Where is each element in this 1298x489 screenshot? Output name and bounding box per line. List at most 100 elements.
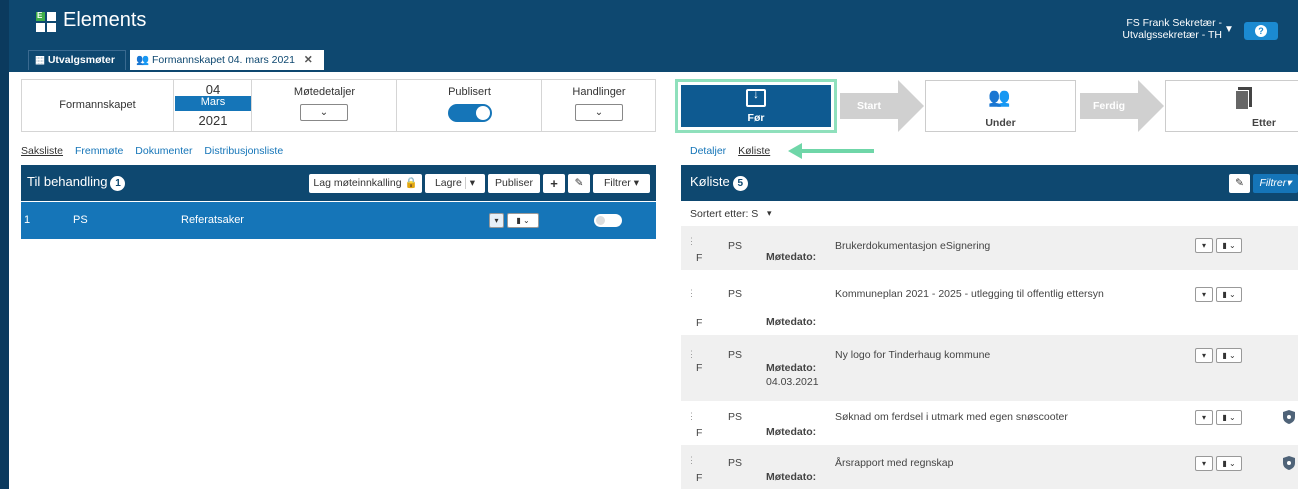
document-menu-button[interactable]: ▮ ⌄ <box>1216 456 1242 471</box>
subtab-koliste[interactable]: Køliste <box>738 145 770 157</box>
drag-handle-icon[interactable]: ⋮ <box>687 236 696 247</box>
app-header: E Elements ▦ Utvalgsmøter 👥 Formannskape… <box>9 0 1298 72</box>
document-menu-button[interactable]: ▮ ⌄ <box>1216 410 1242 425</box>
add-icon[interactable]: + <box>543 174 565 193</box>
details-dropdown-button[interactable]: ⌄ <box>300 104 348 121</box>
row-title: Brukerdokumentasjon eSignering <box>835 240 991 252</box>
stage-after-button[interactable]: Etter <box>1165 80 1298 132</box>
caret-down-icon[interactable]: ▾ <box>1195 410 1213 425</box>
tab-label: Formannskapet 04. mars 2021 <box>152 54 295 66</box>
stage-during-button[interactable]: 👥 Under <box>925 80 1076 132</box>
row-flag: F <box>696 472 703 484</box>
caret-down-icon: ▾ <box>633 177 640 189</box>
row-toggle[interactable] <box>594 214 622 227</box>
user-menu[interactable]: FS Frank Sekretær - Utvalgssekretær - TH <box>1100 17 1222 41</box>
caret-down-icon[interactable]: ▾ <box>1195 287 1213 302</box>
row-title: Referatsaker <box>181 214 244 226</box>
queue-title-text: Køliste <box>690 174 730 189</box>
lock-icon: 🔒 <box>404 177 418 189</box>
document-menu-button[interactable]: ▮ ⌄ <box>1216 348 1242 363</box>
agenda-title-text: Til behandling <box>27 174 108 189</box>
annotation-arrow-icon <box>788 143 874 159</box>
button-label: Lag møteinnkalling <box>313 177 402 189</box>
caret-down-icon: ▾ <box>767 208 772 218</box>
row-type: PS <box>728 411 743 423</box>
save-button[interactable]: Lagre ▾ <box>425 174 485 193</box>
drag-handle-icon[interactable]: ⋮ <box>687 411 696 422</box>
stage-before-button[interactable]: ↓ Før <box>681 85 831 127</box>
group-icon: 👥 <box>988 87 1010 107</box>
subtab-fremmote[interactable]: Fremmøte <box>75 145 123 157</box>
document-menu-button[interactable]: ▮ ⌄ <box>1216 287 1242 302</box>
stage-label: Etter <box>1252 117 1276 129</box>
tab-meeting[interactable]: 👥 Formannskapet 04. mars 2021 ✕ <box>130 50 324 70</box>
actions-dropdown-button[interactable]: ⌄ <box>575 104 623 121</box>
toggle-knob <box>596 216 605 225</box>
list-item[interactable]: ⋮ F PS Møtedato: Brukerdokumentasjon eSi… <box>681 226 1298 270</box>
document-stack-back <box>1235 90 1249 110</box>
row-type: PS <box>73 214 88 226</box>
actions-label: Handlinger <box>572 86 626 98</box>
caret-down-icon: ▾ <box>464 177 476 189</box>
caret-down-icon[interactable]: ▾ <box>489 213 504 228</box>
details-label: Møtedetaljer <box>293 86 356 98</box>
stage-start-arrow[interactable]: Start <box>840 80 924 132</box>
inbox-icon: ↓ <box>746 87 766 107</box>
caret-down-icon[interactable]: ▾ <box>1195 456 1213 471</box>
close-icon[interactable]: ✕ <box>304 54 313 66</box>
list-item[interactable]: ⋮ F PS Møtedato: Årsrapport med regnskap… <box>681 445 1298 489</box>
queue-title: Køliste 5 <box>690 174 748 191</box>
meeting-day: 04 <box>205 82 221 97</box>
filter-button[interactable]: Filtrer ▾ <box>593 174 650 193</box>
stage-label: Ferdig <box>1092 100 1126 112</box>
list-item[interactable]: ⋮ F PS Møtedato: Søknad om ferdsel i utm… <box>681 401 1298 445</box>
document-menu-button[interactable]: ▮ ⌄ <box>507 213 539 228</box>
list-item[interactable]: ⋮ F PS Møtedato: 04.03.2021 Ny logo for … <box>681 335 1298 401</box>
subtab-distribusjonsliste[interactable]: Distribusjonsliste <box>204 145 283 157</box>
edit-icon[interactable]: ✎ <box>1229 174 1250 193</box>
date-label: Møtedato: <box>766 471 817 483</box>
meeting-month: Mars <box>175 96 251 111</box>
create-invitation-button[interactable]: Lag møteinnkalling 🔒 <box>309 174 422 193</box>
help-button[interactable]: ? <box>1244 22 1278 40</box>
row-flag: F <box>696 362 703 374</box>
document-menu-button[interactable]: ▮ ⌄ <box>1216 238 1242 253</box>
table-row[interactable]: 1 PS Referatsaker ▾ ▮ ⌄ <box>21 202 656 239</box>
left-subtabs: Saksliste Fremmøte Dokumenter Distribusj… <box>21 145 292 157</box>
publish-button[interactable]: Publiser <box>488 174 540 193</box>
button-label: Filtrer <box>1259 177 1287 189</box>
subtab-dokumenter[interactable]: Dokumenter <box>135 145 192 157</box>
shield-lock-icon <box>1283 456 1295 470</box>
list-item[interactable]: ⋮ F PS Møtedato: Kommuneplan 2021 - 2025… <box>681 270 1298 335</box>
row-title: Kommuneplan 2021 - 2025 - utlegging til … <box>835 288 1104 300</box>
arrow-head <box>1138 80 1164 132</box>
row-type: PS <box>728 349 743 361</box>
row-flag: F <box>696 252 703 264</box>
row-type: PS <box>728 288 743 300</box>
drag-handle-icon[interactable]: ⋮ <box>687 455 696 466</box>
committee-name: Formannskapet <box>59 99 136 111</box>
row-type: PS <box>728 240 743 252</box>
sort-selector[interactable]: Sortert etter: S ▾ <box>681 202 1298 226</box>
drag-handle-icon[interactable]: ⋮ <box>687 349 696 360</box>
stage-label: Start <box>857 100 881 112</box>
published-toggle[interactable] <box>448 104 492 122</box>
row-title: Årsrapport med regnskap <box>835 457 954 469</box>
tab-utvalgsmoter[interactable]: ▦ Utvalgsmøter <box>28 50 126 70</box>
calendar-icon: ▦ <box>35 54 48 66</box>
edit-icon[interactable]: ✎ <box>568 174 590 193</box>
agenda-title: Til behandling 1 <box>27 174 126 191</box>
chevron-down-icon[interactable]: ▼ <box>1224 24 1234 35</box>
user-role: Utvalgssekretær - TH <box>1122 29 1222 41</box>
elements-logo-icon: E <box>36 11 56 32</box>
chevron-down-icon: ⌄ <box>319 107 329 118</box>
queue-filter-button[interactable]: Filtrer▾ <box>1253 174 1298 193</box>
caret-down-icon[interactable]: ▾ <box>1195 238 1213 253</box>
stage-done-arrow[interactable]: Ferdig <box>1080 80 1164 132</box>
subtab-saksliste[interactable]: Saksliste <box>21 145 63 157</box>
row-number: 1 <box>24 214 31 226</box>
subtab-detaljer[interactable]: Detaljer <box>690 145 726 157</box>
date-label: Møtedato: <box>766 316 817 328</box>
drag-handle-icon[interactable]: ⋮ <box>687 288 696 299</box>
caret-down-icon[interactable]: ▾ <box>1195 348 1213 363</box>
